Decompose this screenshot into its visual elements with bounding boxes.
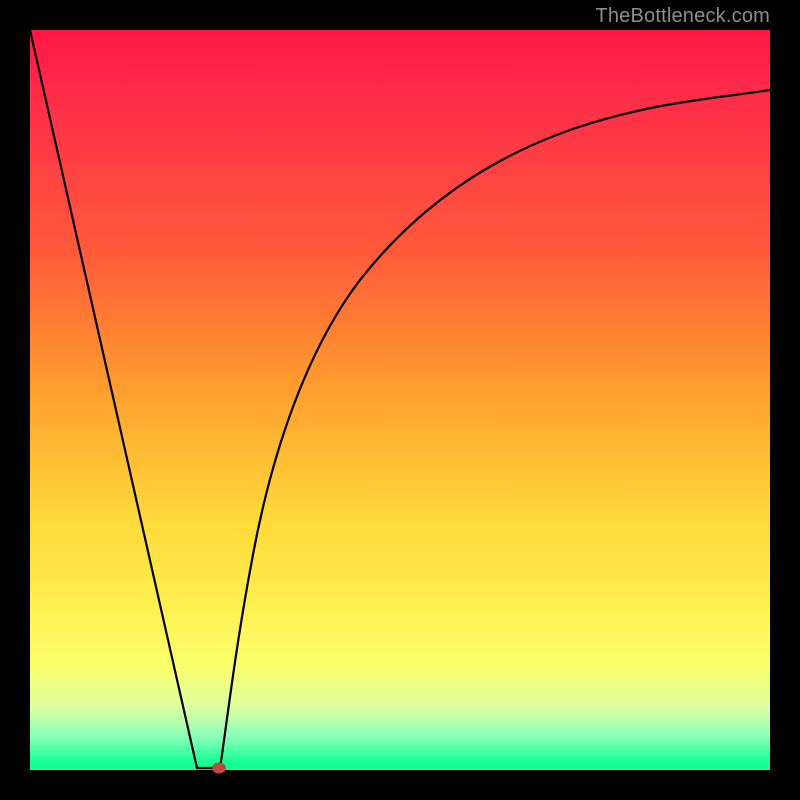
chart-frame: TheBottleneck.com: [0, 0, 800, 800]
curve-right-segment: [220, 90, 770, 768]
curve-left-segment: [30, 30, 197, 768]
plot-area: [30, 30, 770, 770]
optimal-marker: [212, 763, 226, 774]
bottleneck-curve: [30, 30, 770, 770]
attribution-label: TheBottleneck.com: [595, 5, 770, 28]
